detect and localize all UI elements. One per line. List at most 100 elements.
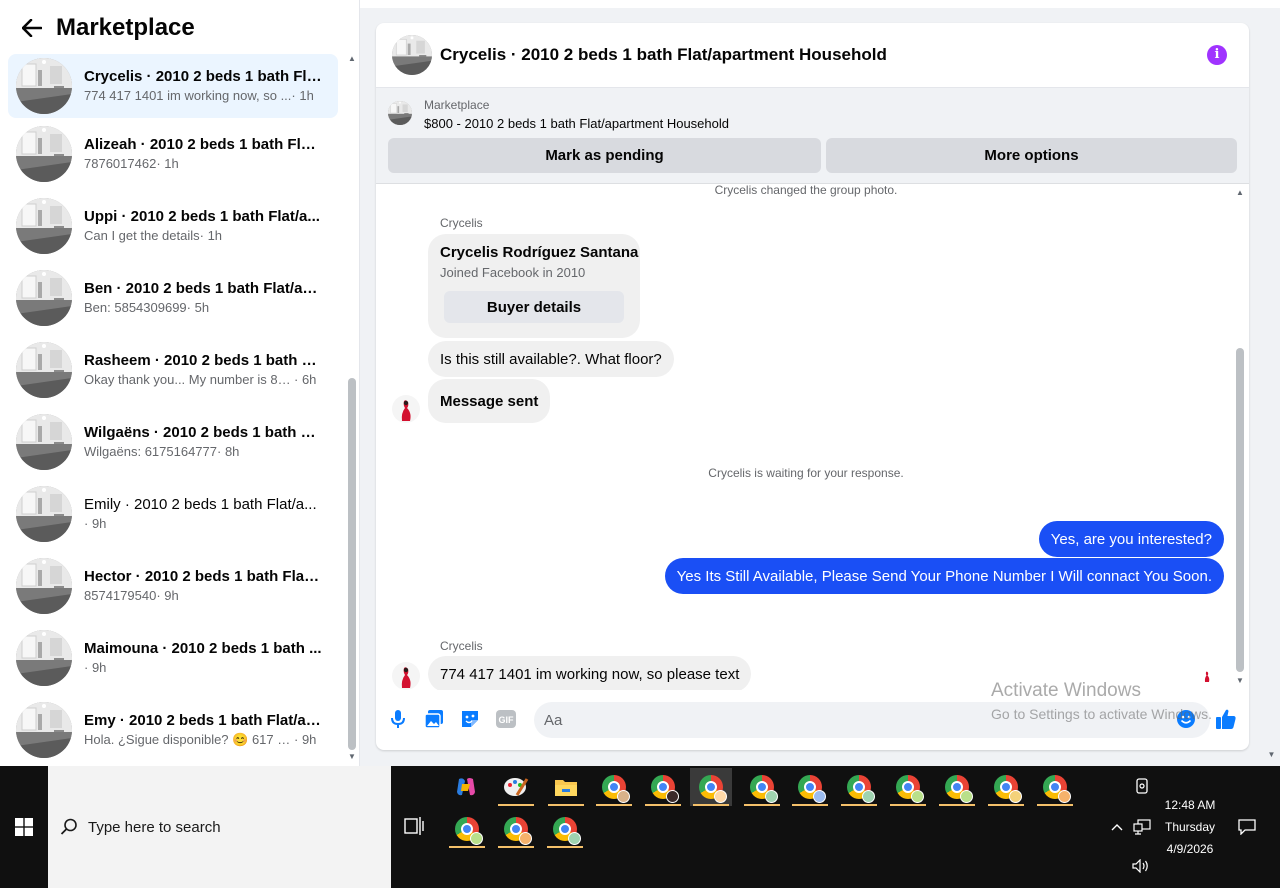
conversation-preview: · 9h bbox=[84, 515, 324, 533]
buyer-joined: Joined Facebook in 2010 bbox=[440, 265, 586, 280]
listing-photo bbox=[16, 270, 72, 326]
incoming-message[interactable]: Message sent bbox=[428, 379, 551, 423]
chat-scroll-thumb[interactable] bbox=[1236, 348, 1244, 672]
sidebar-title: Marketplace bbox=[56, 14, 195, 41]
chrome-profile-icon[interactable] bbox=[741, 768, 783, 806]
conversation-preview: 7876017462 · 1h bbox=[84, 155, 324, 173]
chat-title[interactable]: Crycelis · 2010 2 beds 1 bath Flat/apart… bbox=[440, 45, 887, 65]
chrome-profile-icon[interactable] bbox=[1034, 768, 1076, 806]
chrome-profile-icon[interactable] bbox=[690, 768, 732, 806]
chat-panel: Crycelis · 2010 2 beds 1 bath Flat/apart… bbox=[376, 23, 1249, 750]
buyer-details-button[interactable]: Buyer details bbox=[444, 291, 624, 323]
listing-photo bbox=[16, 58, 72, 114]
buyer-profile-card: Crycelis Rodríguez Santana Joined Facebo… bbox=[428, 234, 640, 338]
conversation-time: · 9h bbox=[156, 588, 179, 603]
conversation-item[interactable]: Crycelis · 2010 2 beds 1 bath Flat... 77… bbox=[8, 54, 338, 118]
sender-avatar[interactable] bbox=[392, 662, 420, 690]
conversation-snippet: 8574179540 bbox=[84, 588, 157, 603]
chrome-profile-icon[interactable] bbox=[446, 810, 488, 848]
outgoing-message[interactable]: Yes Its Still Available, Please Send You… bbox=[664, 558, 1224, 594]
conversation-item[interactable]: Uppi · 2010 2 beds 1 bath Flat/a... Can … bbox=[8, 190, 338, 262]
chrome-profile-icon[interactable] bbox=[838, 768, 880, 806]
scroll-down-arrow-icon[interactable]: ▼ bbox=[1234, 676, 1246, 686]
sender-avatar[interactable] bbox=[392, 395, 420, 423]
back-arrow-icon[interactable] bbox=[20, 16, 44, 40]
scroll-up-arrow-icon[interactable]: ▲ bbox=[1234, 188, 1246, 198]
conversation-snippet: 774 417 1401 im working now, so ... bbox=[84, 88, 292, 103]
show-hidden-icons-chevron-icon[interactable] bbox=[1110, 820, 1124, 834]
top-bar bbox=[360, 0, 1280, 8]
conversation-item[interactable]: Alizeah · 2010 2 beds 1 bath Flat... 787… bbox=[8, 118, 338, 190]
copilot-icon[interactable] bbox=[445, 768, 487, 806]
network-icon[interactable] bbox=[1132, 818, 1152, 836]
clock-date[interactable]: 4/9/2026 bbox=[1160, 842, 1220, 856]
file-explorer-icon[interactable] bbox=[545, 768, 587, 806]
conversation-title: Alizeah · 2010 2 beds 1 bath Flat... bbox=[84, 136, 324, 153]
scroll-up-arrow-icon[interactable]: ▲ bbox=[346, 54, 358, 64]
system-message: Crycelis is waiting for your response. bbox=[708, 466, 904, 480]
chrome-profile-icon[interactable] bbox=[593, 768, 635, 806]
thumbs-up-icon[interactable] bbox=[1215, 708, 1237, 730]
conversation-list: Crycelis · 2010 2 beds 1 bath Flat... 77… bbox=[8, 54, 338, 766]
conversation-item[interactable]: Wilgaëns · 2010 2 beds 1 bath Fl... Wilg… bbox=[8, 406, 338, 478]
task-view-icon[interactable] bbox=[404, 816, 428, 838]
message-input[interactable] bbox=[534, 702, 1210, 738]
chrome-profile-icon[interactable] bbox=[642, 768, 684, 806]
emoji-icon[interactable] bbox=[1175, 708, 1197, 730]
clock-day[interactable]: Thursday bbox=[1160, 820, 1220, 834]
mark-as-pending-button[interactable]: Mark as pending bbox=[388, 138, 821, 173]
sidebar-header: Marketplace bbox=[0, 0, 360, 56]
chrome-profile-icon[interactable] bbox=[789, 768, 831, 806]
listing-photo bbox=[16, 630, 72, 686]
clock-time[interactable]: 12:48 AM bbox=[1160, 798, 1220, 812]
conversation-item[interactable]: Emily · 2010 2 beds 1 bath Flat/a... · 9… bbox=[8, 478, 338, 550]
sidebar-scrollbar[interactable]: ▲ ▼ bbox=[346, 54, 358, 766]
paint-icon[interactable] bbox=[495, 768, 537, 806]
sidebar-scroll-thumb[interactable] bbox=[348, 378, 356, 750]
windows-start-icon[interactable] bbox=[0, 766, 48, 888]
incoming-message[interactable]: 774 417 1401 im working now, so please t… bbox=[428, 656, 752, 690]
message-thread: Crycelis changed the group photo. Crycel… bbox=[376, 184, 1249, 690]
gif-icon[interactable]: GIF bbox=[495, 708, 517, 730]
chrome-profile-icon[interactable] bbox=[495, 810, 537, 848]
info-icon[interactable]: i bbox=[1207, 45, 1227, 65]
taskbar-search-box[interactable]: Type here to search bbox=[48, 766, 391, 888]
conversation-item[interactable]: Emy · 2010 2 beds 1 bath Flat/ap... Hola… bbox=[8, 694, 338, 766]
more-options-button[interactable]: More options bbox=[826, 138, 1237, 173]
listing-photo bbox=[16, 126, 72, 182]
conversation-title: Emy · 2010 2 beds 1 bath Flat/ap... bbox=[84, 712, 324, 729]
listing-photo bbox=[16, 198, 72, 254]
listing-thumbnail[interactable] bbox=[388, 101, 412, 125]
chat-avatar[interactable] bbox=[392, 35, 432, 75]
meet-now-icon[interactable] bbox=[1134, 778, 1150, 794]
incoming-message[interactable]: Is this still available?. What floor? bbox=[428, 341, 674, 377]
chrome-profile-icon[interactable] bbox=[887, 768, 929, 806]
conversation-sidebar: Marketplace Crycelis · 2010 2 beds 1 bat… bbox=[0, 0, 360, 766]
conversation-title: Crycelis · 2010 2 beds 1 bath Flat... bbox=[84, 68, 324, 85]
system-message: Crycelis changed the group photo. bbox=[714, 184, 898, 197]
conversation-time: · 1h bbox=[291, 88, 314, 103]
chrome-profile-icon[interactable] bbox=[936, 768, 978, 806]
listing-photo bbox=[16, 702, 72, 758]
conversation-preview: Ben: 5854309699 · 5h bbox=[84, 299, 324, 317]
conversation-time: · 8h bbox=[217, 444, 240, 459]
microphone-icon[interactable] bbox=[387, 708, 409, 730]
conversation-item[interactable]: Maimouna · 2010 2 beds 1 bath ... · 9h bbox=[8, 622, 338, 694]
chat-scrollbar[interactable]: ▲ ▼ bbox=[1234, 184, 1246, 690]
photo-icon[interactable] bbox=[423, 708, 445, 730]
scroll-down-arrow-icon[interactable]: ▼ bbox=[346, 752, 358, 762]
sticker-icon[interactable] bbox=[459, 708, 481, 730]
notifications-icon[interactable] bbox=[1238, 818, 1256, 836]
chrome-profile-icon[interactable] bbox=[544, 810, 586, 848]
volume-icon[interactable] bbox=[1132, 858, 1150, 874]
conversation-item[interactable]: Ben · 2010 2 beds 1 bath Flat/ap... Ben:… bbox=[8, 262, 338, 334]
listing-price-title[interactable]: $800 - 2010 2 beds 1 bath Flat/apartment… bbox=[424, 116, 729, 131]
listing-source-label: Marketplace bbox=[424, 98, 490, 112]
chrome-profile-icon[interactable] bbox=[985, 768, 1027, 806]
outgoing-message[interactable]: Yes, are you interested? bbox=[1038, 521, 1224, 557]
conversation-item[interactable]: Rasheem · 2010 2 beds 1 bath Fl... Okay … bbox=[8, 334, 338, 406]
conversation-title: Maimouna · 2010 2 beds 1 bath ... bbox=[84, 640, 322, 657]
sender-name: Crycelis bbox=[440, 639, 483, 653]
conversation-item[interactable]: Hector · 2010 2 beds 1 bath Flat/... 857… bbox=[8, 550, 338, 622]
page-scroll-down-arrow-icon[interactable]: ▼ bbox=[1263, 750, 1280, 766]
